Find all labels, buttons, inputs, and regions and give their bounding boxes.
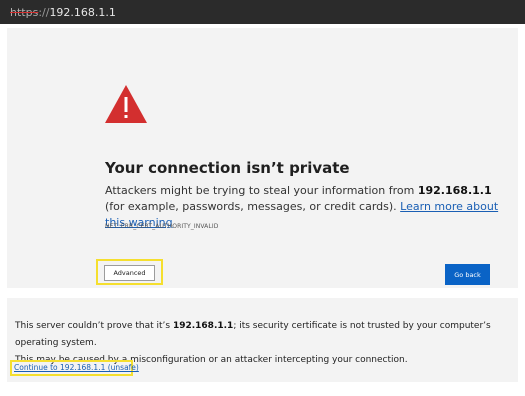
address-host: 192.168.1.1: [49, 5, 116, 19]
desc-host: 192.168.1.1: [417, 184, 492, 197]
page-title: Your connection isn’t private: [105, 159, 350, 177]
continue-unsafe-link[interactable]: Continue to 192.168.1.1 (unsafe): [14, 363, 139, 372]
details-line1-prefix: This server couldn’t prove that it’s: [15, 321, 173, 331]
details-line1-host: 192.168.1.1: [172, 321, 234, 331]
address-bar[interactable]: https://192.168.1.1: [0, 0, 525, 24]
error-code: NET::ERR_CERT_AUTHORITY_INVALID: [105, 223, 219, 230]
desc-suffix: (for example, passwords, messages, or cr…: [105, 200, 401, 213]
warning-triangle-icon: [105, 85, 147, 123]
address-separator: ://: [38, 5, 50, 19]
go-back-button[interactable]: Go back: [445, 264, 490, 285]
desc-prefix: Attackers might be trying to steal your …: [105, 184, 418, 197]
advanced-button[interactable]: Advanced: [104, 265, 155, 281]
address-protocol: https: [10, 5, 39, 19]
warning-panel: [7, 28, 518, 288]
details-line-1: This server couldn’t prove that it’s 192…: [15, 318, 515, 352]
